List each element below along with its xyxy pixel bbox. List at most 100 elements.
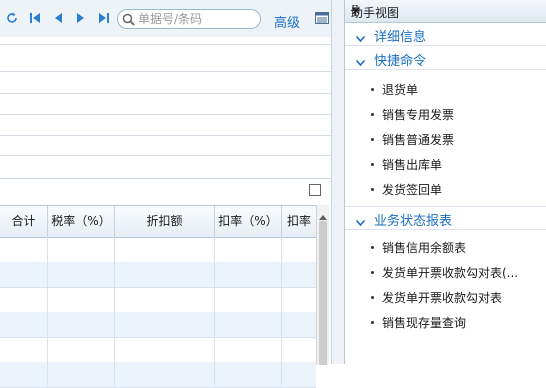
bullet [371, 113, 374, 116]
table-cell[interactable] [0, 362, 48, 387]
report-item[interactable]: 发货单开票收款勾对表(... [371, 264, 518, 282]
table-cell[interactable] [0, 287, 48, 312]
column-header[interactable]: 扣率（%） [215, 206, 282, 237]
table-row[interactable] [0, 312, 316, 338]
table-cell[interactable] [48, 237, 115, 262]
table-row[interactable] [0, 237, 316, 263]
report-item[interactable]: 销售信用余额表 [371, 239, 466, 257]
first-page-icon[interactable] [28, 10, 42, 26]
chevron-down-icon [355, 215, 366, 229]
shortcut-item[interactable]: 销售专用发票 [371, 106, 454, 124]
chevron-down-icon [355, 55, 366, 69]
table-cell[interactable] [48, 262, 115, 287]
table-cell[interactable] [282, 237, 316, 262]
shortcut-label: 销售专用发票 [382, 108, 455, 122]
advanced-search-link[interactable]: 高级 [274, 12, 300, 31]
table-row[interactable] [0, 337, 316, 363]
shortcut-item[interactable]: 发货签回单 [371, 181, 442, 199]
table-cell[interactable] [282, 262, 316, 287]
table-cell[interactable] [215, 262, 282, 287]
table-cell[interactable] [48, 337, 115, 362]
shortcut-label: 销售出库单 [382, 158, 443, 172]
bullet [371, 88, 374, 91]
vertical-scrollbar[interactable] [316, 205, 329, 365]
panel-splitter[interactable] [331, 0, 345, 364]
search-box [117, 9, 261, 29]
refresh-icon[interactable] [5, 10, 19, 26]
shortcut-item[interactable]: 销售普通发票 [371, 131, 454, 149]
table-cell[interactable] [215, 337, 282, 362]
last-page-icon[interactable] [97, 10, 111, 26]
report-label: 发货单开票收款勾对表 [382, 291, 503, 305]
panel-title-bar: 助手视图 ✕ [345, 0, 546, 23]
form-divider [0, 155, 331, 156]
section-shortcuts[interactable]: 快捷命令 [345, 47, 546, 70]
search-input[interactable] [138, 11, 256, 27]
shortcut-item[interactable]: 销售出库单 [371, 156, 442, 174]
bullet [371, 271, 374, 274]
form-divider [0, 135, 331, 136]
section-detail-info[interactable]: 详细信息 [345, 23, 546, 46]
grid-toolbar [0, 179, 331, 205]
table-cell[interactable] [215, 312, 282, 337]
section-label: 详细信息 [374, 30, 427, 45]
bullet [371, 296, 374, 299]
table-cell[interactable] [48, 312, 115, 337]
list-view-icon[interactable] [315, 12, 329, 27]
section-business-reports[interactable]: 业务状态报表 [345, 206, 546, 230]
expand-icon[interactable] [309, 184, 321, 196]
table-cell[interactable] [0, 312, 48, 337]
shortcut-label: 销售普通发票 [382, 133, 455, 147]
report-label: 销售现存量查询 [382, 316, 467, 330]
report-label: 发货单开票收款勾对表(... [382, 266, 519, 280]
table-cell[interactable] [48, 362, 115, 387]
document-header-area [0, 37, 331, 157]
column-header[interactable]: 合计 [0, 206, 48, 237]
shortcut-item[interactable]: 退货单 [371, 81, 418, 99]
grid-header: 合计 税率（%） 折扣额 扣率（%） 扣率 [0, 205, 316, 238]
table-cell[interactable] [282, 312, 316, 337]
table-cell[interactable] [115, 287, 215, 312]
chevron-down-icon [355, 31, 366, 45]
shortcut-label: 发货签回单 [382, 183, 443, 197]
bullet [371, 163, 374, 166]
table-cell[interactable] [115, 312, 215, 337]
section-label: 快捷命令 [374, 54, 427, 69]
previous-page-icon[interactable] [51, 10, 65, 26]
table-cell[interactable] [282, 287, 316, 312]
table-cell[interactable] [115, 262, 215, 287]
table-cell[interactable] [215, 237, 282, 262]
bullet [371, 246, 374, 249]
column-header[interactable]: 扣率 [282, 206, 316, 237]
bullet [371, 321, 374, 324]
table-row[interactable] [0, 262, 316, 288]
table-cell[interactable] [282, 337, 316, 362]
table-cell[interactable] [115, 237, 215, 262]
table-row[interactable] [0, 287, 316, 313]
bullet [371, 138, 374, 141]
table-cell[interactable] [115, 362, 215, 387]
table-cell[interactable] [282, 362, 316, 387]
report-item[interactable]: 发货单开票收款勾对表 [371, 289, 502, 307]
column-header[interactable]: 折扣额 [115, 206, 215, 237]
table-cell[interactable] [0, 237, 48, 262]
table-cell[interactable] [0, 337, 48, 362]
search-icon [122, 13, 135, 29]
table-cell[interactable] [0, 262, 48, 287]
form-divider [0, 44, 331, 45]
next-page-icon[interactable] [74, 10, 88, 26]
close-icon[interactable]: ✕ [351, 4, 361, 18]
report-item[interactable]: 销售现存量查询 [371, 314, 466, 332]
form-divider [0, 71, 331, 72]
bullet [371, 188, 374, 191]
scroll-thumb[interactable] [319, 221, 327, 365]
form-divider [0, 93, 331, 94]
table-row[interactable] [0, 362, 316, 388]
table-cell[interactable] [215, 287, 282, 312]
table-cell[interactable] [115, 337, 215, 362]
table-cell[interactable] [48, 287, 115, 312]
column-header[interactable]: 税率（%） [48, 206, 115, 237]
form-divider [0, 114, 331, 115]
assistant-panel: 助手视图 ✕ 详细信息 快捷命令 退货单 销售专用发票 销售普通发票 销售出库单… [345, 0, 546, 364]
table-cell[interactable] [215, 362, 282, 387]
